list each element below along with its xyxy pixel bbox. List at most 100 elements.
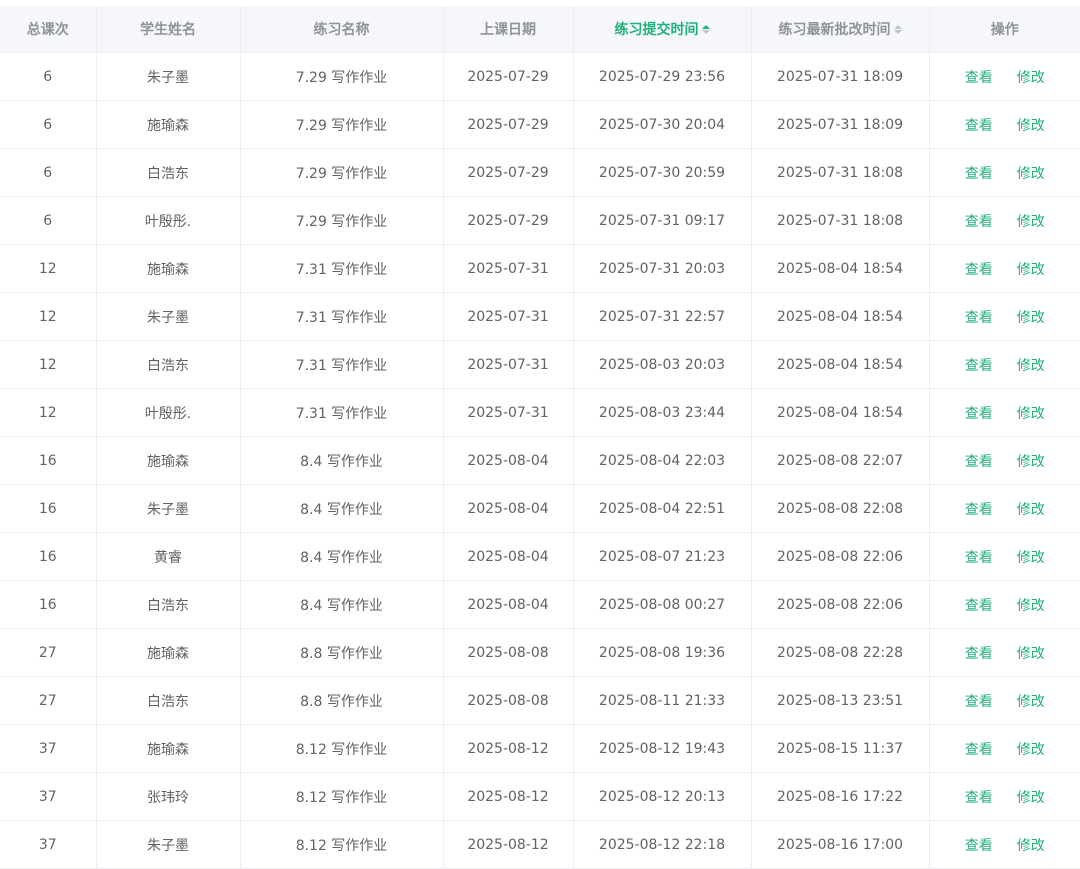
- cell-student-name: 朱子墨: [96, 292, 241, 341]
- column-header-label: 练习提交时间: [614, 22, 699, 38]
- cell-student-name: 施瑜森: [96, 100, 241, 149]
- cell-lesson-count: 16: [0, 532, 97, 581]
- table-body: 6 朱子墨 7.29 写作作业 2025-07-29 2025-07-29 23:56 2…: [0, 52, 1080, 869]
- cell-class-date: 2025-07-29: [443, 196, 574, 245]
- edit-button[interactable]: 修改: [1017, 643, 1045, 663]
- cell-submit-time: 2025-08-04 22:03: [573, 436, 752, 485]
- cell-review-time: 2025-07-31 18:08: [751, 148, 930, 197]
- edit-button[interactable]: 修改: [1017, 259, 1045, 279]
- cell-review-time: 2025-08-16 17:22: [751, 772, 930, 821]
- sort-ascending-icon[interactable]: [701, 24, 710, 29]
- column-header-label: 练习名称: [313, 22, 370, 38]
- column-header-label: 上课日期: [480, 22, 536, 38]
- edit-button[interactable]: 修改: [1017, 547, 1045, 567]
- edit-button[interactable]: 修改: [1017, 739, 1045, 759]
- cell-class-date: 2025-08-04: [443, 436, 574, 485]
- edit-button[interactable]: 修改: [1017, 115, 1045, 135]
- cell-exercise-name: 7.31 写作作业: [240, 292, 444, 341]
- cell-actions: 查看 修改: [929, 340, 1080, 389]
- view-button[interactable]: 查看: [965, 115, 993, 135]
- edit-button[interactable]: 修改: [1017, 451, 1045, 471]
- cell-lesson-count: 27: [0, 628, 97, 677]
- cell-actions: 查看 修改: [929, 580, 1080, 629]
- cell-student-name: 朱子墨: [96, 820, 241, 869]
- cell-submit-time: 2025-08-08 00:27: [573, 580, 752, 629]
- cell-class-date: 2025-07-29: [443, 100, 574, 149]
- cell-review-time: 2025-08-08 22:08: [751, 484, 930, 533]
- cell-actions: 查看 修改: [929, 628, 1080, 677]
- view-button[interactable]: 查看: [965, 67, 993, 87]
- cell-actions: 查看 修改: [929, 724, 1080, 773]
- column-header-submit-time[interactable]: 练习提交时间: [573, 6, 752, 53]
- cell-exercise-name: 8.4 写作作业: [240, 532, 444, 581]
- column-header-label: 操作: [990, 22, 1019, 38]
- column-header-label: 学生姓名: [140, 22, 196, 38]
- view-button[interactable]: 查看: [965, 499, 993, 519]
- view-button[interactable]: 查看: [965, 547, 993, 567]
- edit-button[interactable]: 修改: [1017, 67, 1045, 87]
- column-header-review-time[interactable]: 练习最新批改时间: [751, 6, 930, 53]
- cell-exercise-name: 8.12 写作作业: [240, 772, 444, 821]
- edit-button[interactable]: 修改: [1017, 499, 1045, 519]
- cell-exercise-name: 7.29 写作作业: [240, 100, 444, 149]
- cell-review-time: 2025-08-16 17:00: [751, 820, 930, 869]
- cell-actions: 查看 修改: [929, 100, 1080, 149]
- cell-class-date: 2025-08-04: [443, 532, 574, 581]
- cell-review-time: 2025-08-04 18:54: [751, 340, 930, 389]
- cell-class-date: 2025-07-31: [443, 244, 574, 293]
- column-header-label: 总课次: [26, 22, 69, 38]
- view-button[interactable]: 查看: [965, 163, 993, 183]
- edit-button[interactable]: 修改: [1017, 163, 1045, 183]
- cell-actions: 查看 修改: [929, 436, 1080, 485]
- cell-student-name: 张玮玲: [96, 772, 241, 821]
- edit-button[interactable]: 修改: [1017, 835, 1045, 855]
- edit-button[interactable]: 修改: [1017, 211, 1045, 231]
- view-button[interactable]: 查看: [965, 835, 993, 855]
- sort-descending-icon[interactable]: [701, 29, 710, 34]
- view-button[interactable]: 查看: [965, 307, 993, 327]
- sort-caret-icon[interactable]: [893, 24, 902, 34]
- edit-button[interactable]: 修改: [1017, 307, 1045, 327]
- cell-student-name: 施瑜森: [96, 436, 241, 485]
- edit-button[interactable]: 修改: [1017, 595, 1045, 615]
- edit-button[interactable]: 修改: [1017, 355, 1045, 375]
- cell-actions: 查看 修改: [929, 484, 1080, 533]
- view-button[interactable]: 查看: [965, 403, 993, 423]
- edit-button[interactable]: 修改: [1017, 403, 1045, 423]
- cell-lesson-count: 16: [0, 580, 97, 629]
- cell-exercise-name: 8.12 写作作业: [240, 820, 444, 869]
- view-button[interactable]: 查看: [965, 211, 993, 231]
- cell-student-name: 白浩东: [96, 340, 241, 389]
- cell-submit-time: 2025-08-11 21:33: [573, 676, 752, 725]
- cell-class-date: 2025-08-04: [443, 580, 574, 629]
- sort-caret-icon[interactable]: [701, 24, 710, 34]
- view-button[interactable]: 查看: [965, 451, 993, 471]
- table-row: 12 白浩东 7.31 写作作业 2025-07-31 2025-08-03 20:03…: [0, 340, 1080, 389]
- view-button[interactable]: 查看: [965, 643, 993, 663]
- edit-button[interactable]: 修改: [1017, 787, 1045, 807]
- cell-actions: 查看 修改: [929, 292, 1080, 341]
- view-button[interactable]: 查看: [965, 595, 993, 615]
- view-button[interactable]: 查看: [965, 691, 993, 711]
- view-button[interactable]: 查看: [965, 355, 993, 375]
- sort-ascending-icon[interactable]: [893, 24, 902, 29]
- view-button[interactable]: 查看: [965, 259, 993, 279]
- cell-submit-time: 2025-08-12 19:43: [573, 724, 752, 773]
- sort-descending-icon[interactable]: [893, 29, 902, 34]
- cell-review-time: 2025-08-13 23:51: [751, 676, 930, 725]
- cell-student-name: 朱子墨: [96, 52, 241, 101]
- table-row: 27 白浩东 8.8 写作作业 2025-08-08 2025-08-11 21:33 2…: [0, 676, 1080, 725]
- cell-review-time: 2025-08-15 11:37: [751, 724, 930, 773]
- cell-submit-time: 2025-08-07 21:23: [573, 532, 752, 581]
- edit-button[interactable]: 修改: [1017, 691, 1045, 711]
- table-row: 6 施瑜森 7.29 写作作业 2025-07-29 2025-07-30 20:04 2…: [0, 100, 1080, 149]
- cell-lesson-count: 12: [0, 292, 97, 341]
- cell-review-time: 2025-08-04 18:54: [751, 388, 930, 437]
- cell-review-time: 2025-08-08 22:28: [751, 628, 930, 677]
- table-row: 16 白浩东 8.4 写作作业 2025-08-04 2025-08-08 00:27 2…: [0, 580, 1080, 629]
- cell-class-date: 2025-07-29: [443, 52, 574, 101]
- cell-lesson-count: 12: [0, 388, 97, 437]
- cell-lesson-count: 12: [0, 244, 97, 293]
- view-button[interactable]: 查看: [965, 739, 993, 759]
- view-button[interactable]: 查看: [965, 787, 993, 807]
